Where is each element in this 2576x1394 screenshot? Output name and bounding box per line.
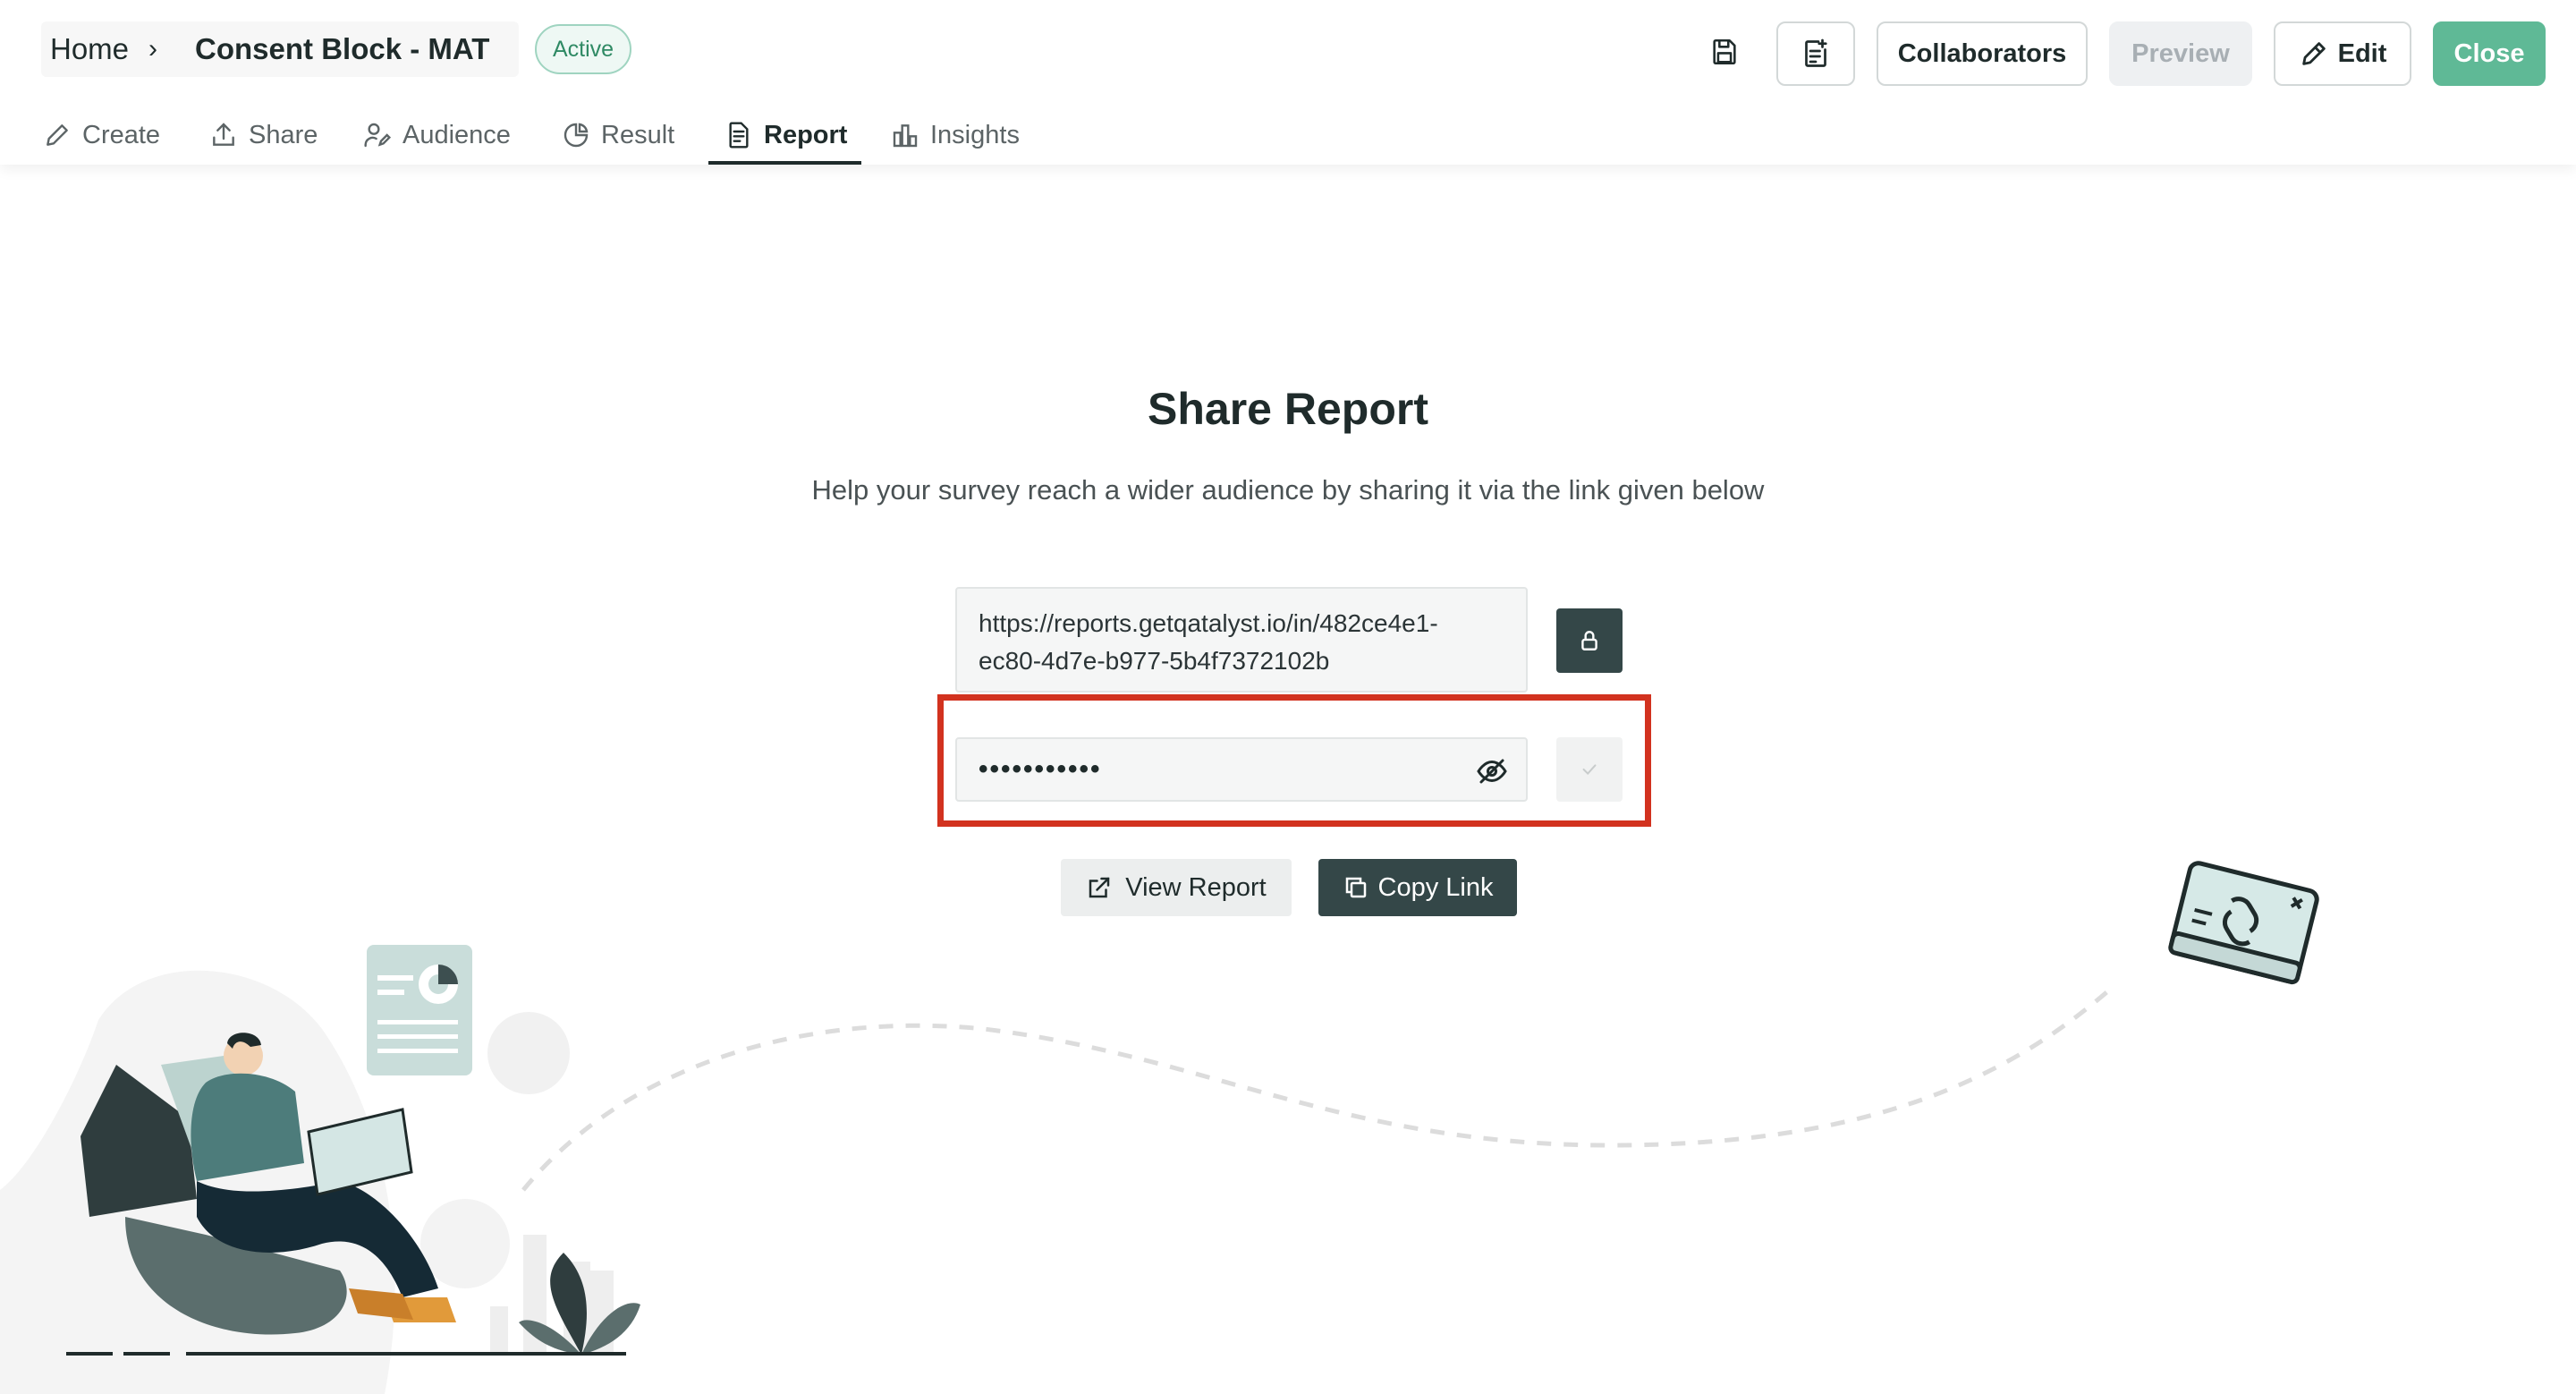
upload-icon — [213, 123, 234, 146]
report-link-line-2: ec80-4d7e-b977-5b4f7372102b — [979, 647, 1330, 675]
survey-title: Consent Block - MAT — [195, 32, 490, 65]
report-link-line-1: https://reports.getqatalyst.io/in/482ce4… — [979, 609, 1438, 637]
lock-toggle-button[interactable] — [1556, 608, 1623, 673]
tab-report-label: Report — [764, 120, 848, 149]
close-button[interactable]: Close — [2433, 21, 2546, 86]
note-add-icon — [1805, 38, 1827, 67]
external-link-icon — [1089, 877, 1110, 898]
save-button[interactable] — [1705, 32, 1744, 72]
tab-result[interactable]: Result — [562, 106, 674, 165]
document-icon — [729, 122, 749, 149]
tab-create[interactable]: Create — [43, 106, 160, 165]
copy-link-label: Copy Link — [1377, 872, 1494, 902]
lock-icon — [1581, 631, 1597, 650]
top-bar: Home › Consent Block - MAT Active Collab… — [0, 0, 2576, 165]
check-icon — [1582, 764, 1597, 776]
tab-share-label: Share — [249, 120, 318, 149]
password-field[interactable]: ••••••••••• — [955, 737, 1528, 802]
add-note-button[interactable] — [1776, 21, 1855, 86]
page-title: Share Report — [1148, 384, 1428, 434]
preview-button[interactable]: Preview — [2109, 21, 2252, 86]
tab-insights[interactable]: Insights — [891, 106, 1020, 165]
copy-icon — [1345, 877, 1366, 898]
copy-link-button[interactable]: Copy Link — [1318, 859, 1517, 916]
breadcrumb: Home › Consent Block - MAT — [41, 21, 519, 77]
view-report-label: View Report — [1125, 872, 1267, 902]
page-subtitle: Help your survey reach a wider audience … — [811, 474, 1765, 506]
tab-share[interactable]: Share — [209, 106, 318, 165]
pie-chart-icon — [564, 123, 589, 148]
tab-insights-label: Insights — [930, 120, 1020, 149]
dashed-wave-line — [521, 987, 2113, 1192]
tab-audience-label: Audience — [402, 120, 511, 149]
breadcrumb-home-link[interactable]: Home — [50, 32, 129, 66]
edit-button-label: Edit — [2337, 38, 2387, 68]
tab-result-label: Result — [601, 120, 675, 149]
edit-button[interactable]: Edit — [2274, 21, 2411, 86]
view-report-button[interactable]: View Report — [1061, 859, 1292, 916]
pencil-icon — [47, 124, 68, 146]
confirm-password-button[interactable] — [1556, 737, 1623, 802]
tab-audience[interactable]: Audience — [363, 106, 511, 165]
status-badge: Active — [535, 24, 631, 74]
tab-report[interactable]: Report — [708, 106, 862, 165]
pencil-icon — [2301, 42, 2326, 65]
collaborators-button[interactable]: Collaborators — [1877, 21, 2088, 86]
breadcrumb-separator: › — [148, 34, 158, 64]
user-edit-icon — [364, 123, 392, 148]
password-value: ••••••••••• — [979, 754, 1102, 784]
tab-create-label: Create — [82, 120, 161, 149]
report-link-field[interactable]: https://reports.getqatalyst.io/in/482ce4… — [955, 587, 1528, 693]
eye-off-icon[interactable] — [1476, 755, 1508, 787]
save-icon — [1713, 38, 1736, 65]
bar-chart-icon — [893, 124, 918, 148]
